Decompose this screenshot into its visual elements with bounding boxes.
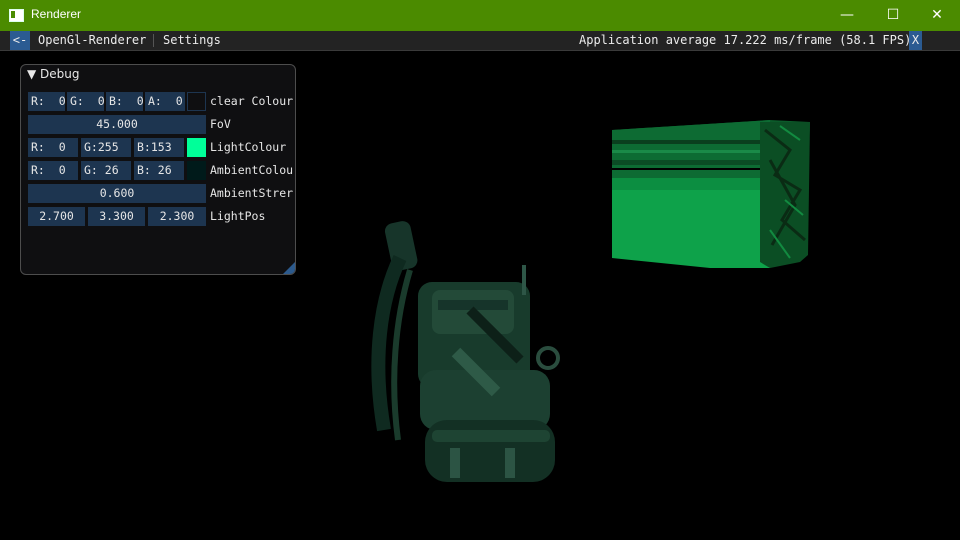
- panel-resize-grip[interactable]: [283, 262, 295, 274]
- clear-colour-swatch[interactable]: [187, 92, 206, 111]
- ambient-colour-label: AmbientColou: [210, 163, 294, 177]
- light-colour-swatch[interactable]: [187, 138, 206, 157]
- light-pos-z-field[interactable]: 2.300: [148, 207, 206, 226]
- ambient-colour-r-field[interactable]: R: 0: [28, 161, 78, 180]
- light-colour-label: LightColour: [210, 140, 287, 154]
- ambient-colour-b-field[interactable]: B: 26: [134, 161, 184, 180]
- clear-colour-a-field[interactable]: A: 0: [145, 92, 185, 111]
- clear-colour-g-field[interactable]: G: 0: [67, 92, 105, 111]
- cube-mesh: [612, 120, 810, 268]
- backpack-mesh: [371, 221, 560, 482]
- debug-panel[interactable]: ▼ Debug R: 0 G: 0 B: 0 A: 0 clear Colour…: [20, 64, 296, 275]
- ambient-colour-g-field[interactable]: G: 26: [81, 161, 131, 180]
- light-colour-g-field[interactable]: G:255: [81, 138, 131, 157]
- ambient-strength-slider[interactable]: 0.600: [28, 184, 206, 203]
- light-pos-label: LightPos: [210, 209, 266, 223]
- light-colour-r-field[interactable]: R: 0: [28, 138, 78, 157]
- light-pos-x-field[interactable]: 2.700: [28, 207, 85, 226]
- light-colour-b-field[interactable]: B:153: [134, 138, 184, 157]
- fov-label: FoV: [210, 117, 231, 131]
- clear-colour-r-field[interactable]: R: 0: [28, 92, 66, 111]
- clear-colour-label: clear Colour: [210, 94, 294, 108]
- fov-slider[interactable]: 45.000: [28, 115, 206, 134]
- light-pos-y-field[interactable]: 3.300: [88, 207, 145, 226]
- ambient-strength-label: AmbientStrer: [210, 186, 294, 200]
- ambient-colour-swatch[interactable]: [187, 161, 206, 180]
- debug-panel-title[interactable]: ▼ Debug: [27, 67, 80, 81]
- clear-colour-b-field[interactable]: B: 0: [106, 92, 144, 111]
